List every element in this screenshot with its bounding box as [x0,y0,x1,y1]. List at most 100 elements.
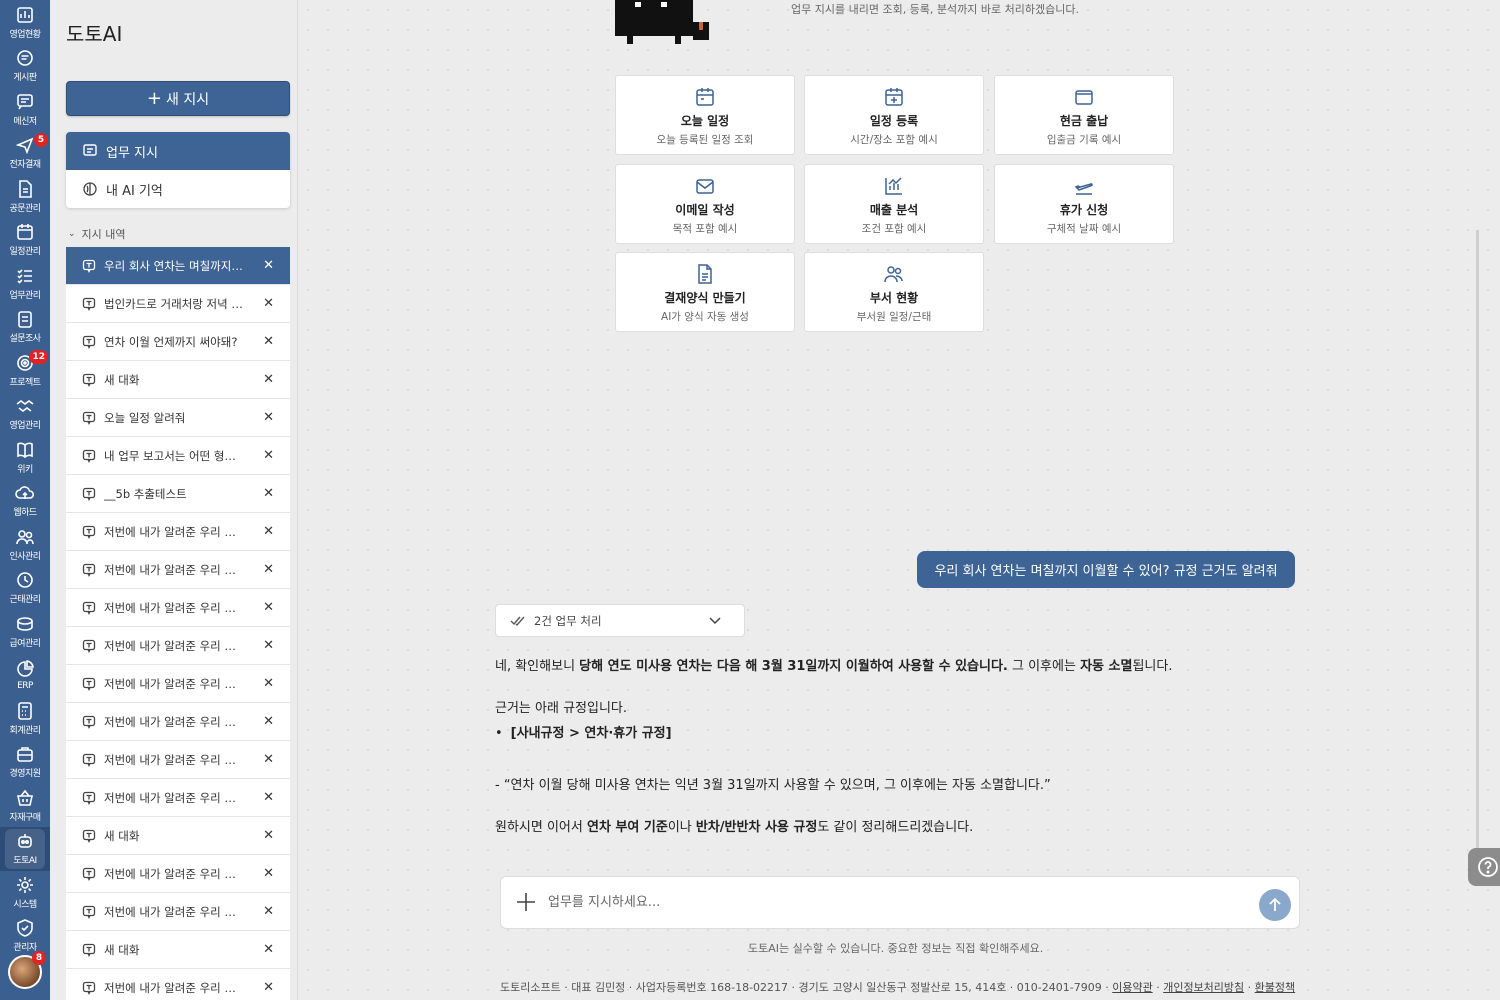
rail-item-3[interactable]: 전자결재 5 [0,131,50,175]
rail-item-10[interactable]: 위키 [0,435,50,479]
close-icon[interactable]: ✕ [263,448,274,463]
survey-icon [18,311,32,328]
history-item[interactable]: 저번에 내가 알려준 우리 신입사원 교육 일정 기억해? ✕ [66,513,290,551]
close-icon[interactable]: ✕ [263,600,274,615]
close-icon[interactable]: ✕ [263,296,274,311]
quick-action-card[interactable]: 결재양식 만들기 AI가 양식 자동 생성 [615,252,795,332]
instruction-input[interactable] [548,887,1248,917]
privacy-link[interactable]: 개인정보처리방침 [1163,981,1244,994]
rail-item-9[interactable]: 영업관리 [0,392,50,436]
regulation-ref: [사내규정 > 연차·휴가 규정] [510,726,672,741]
quick-action-card[interactable]: 일정 등록 시간/장소 포함 예시 [804,75,984,155]
rail-item-15[interactable]: ERP [0,653,50,697]
history-item[interactable]: 저번에 내가 알려준 우리 신입사원 교육 일정 기억해? ✕ [66,665,290,703]
gear-icon [17,876,33,893]
close-icon[interactable]: ✕ [263,828,274,843]
history-item[interactable]: __5b 추출테스트 ✕ [66,475,290,513]
close-icon[interactable]: ✕ [263,676,274,691]
rail-item-14[interactable]: 급여관리 [0,609,50,653]
rail-item-2[interactable]: 메신저 [0,87,50,131]
answer-bullet: • [사내규정 > 연차·휴가 규정] [495,722,672,741]
rail-item-label: 시스템 [13,899,37,910]
close-icon[interactable]: ✕ [263,334,274,349]
history-item[interactable]: 법인카드로 거래처랑 저녁 먹은 거 등록해줘 ✕ [66,285,290,323]
close-icon[interactable]: ✕ [263,638,274,653]
rail-item-4[interactable]: 공문관리 [0,174,50,218]
close-icon[interactable]: ✕ [263,410,274,425]
close-icon[interactable]: ✕ [263,942,274,957]
rail-item-5[interactable]: 일정관리 [0,218,50,262]
close-icon[interactable]: ✕ [263,790,274,805]
new-instruction-button[interactable]: + 새 지시 [66,81,290,116]
rail-item-21[interactable]: 관리자 [0,914,50,958]
history-item[interactable]: 오늘 일정 알려줘 ✕ [66,399,290,437]
history-item[interactable]: 저번에 내가 알려준 우리 신입사원 교육 일정 기억해? ✕ [66,703,290,741]
history-item-label: 저번에 내가 알려준 우리 신입사원 교육 일정 기억해? [104,752,244,767]
rail-item-0[interactable]: 영업현황 [0,0,50,44]
close-icon[interactable]: ✕ [263,714,274,729]
close-icon[interactable]: ✕ [263,752,274,767]
plus-icon[interactable] [515,891,537,913]
book-icon [17,442,33,458]
history-item[interactable]: 새 대화 ✕ [66,817,290,855]
close-icon[interactable]: ✕ [263,904,274,919]
history-item[interactable]: 저번에 내가 알려준 우리 신입사원 교육 일정 기억해? ✕ [66,969,290,1000]
rail-item-6[interactable]: 업무관리 [0,261,50,305]
rail-item-8[interactable]: 프로젝트 12 [0,348,50,392]
history-item-label: 저번에 내가 알려준 우리 신입사원 교육 일정 기억해? [104,904,244,919]
history-item[interactable]: 새 대화 ✕ [66,931,290,969]
quick-action-card[interactable]: 오늘 일정 오늘 등록된 일정 조회 [615,75,795,155]
quick-action-card[interactable]: 휴가 신청 구체적 날짜 예시 [994,164,1174,244]
user-avatar-button[interactable]: 8 [8,951,46,989]
quick-action-card[interactable]: 현금 출납 입출금 기록 예시 [994,75,1174,155]
mode-work-instruction[interactable]: 업무 지시 [66,132,290,170]
close-icon[interactable]: ✕ [263,980,274,995]
close-icon[interactable]: ✕ [263,562,274,577]
footer-separator: · [1244,981,1255,994]
history-item[interactable]: 저번에 내가 알려준 우리 신입사원 교육 일정 기억해? ✕ [66,779,290,817]
refund-link[interactable]: 환불정책 [1255,981,1295,994]
intro-text: 업무 지시를 내리면 조회, 등록, 분석까지 바로 처리하겠습니다. [791,3,1079,16]
quick-action-card[interactable]: 매출 분석 조건 포함 예시 [804,164,984,244]
rail-item-19[interactable]: 도토AI [0,826,50,871]
help-button[interactable] [1468,848,1500,886]
main-scrollbar[interactable] [1476,230,1479,850]
rail-item-13[interactable]: 근태관리 [0,566,50,610]
card-title: 부서 현황 [869,291,919,305]
history-item[interactable]: 저번에 내가 알려준 우리 신입사원 교육 일정 기억해? ✕ [66,741,290,779]
terms-link[interactable]: 이용약관 [1112,981,1152,994]
history-item[interactable]: 새 대화 ✕ [66,361,290,399]
history-item[interactable]: 저번에 내가 알려준 우리 신입사원 교육 일정 기억해? ✕ [66,589,290,627]
close-icon[interactable]: ✕ [263,372,274,387]
rail-item-1[interactable]: 게시판 [0,44,50,88]
rail-item-label: 인사관리 [9,551,41,562]
close-icon[interactable]: ✕ [263,486,274,501]
quick-action-card[interactable]: 이메일 작성 목적 포함 예시 [615,164,795,244]
task-summary-dropdown[interactable]: 2건 업무 처리 [495,604,745,637]
close-icon[interactable]: ✕ [263,258,274,273]
rail-item-11[interactable]: 웹하드 [0,479,50,523]
rail-item-17[interactable]: 경영지원 [0,740,50,784]
answer-bold: 연차 부여 기준 [587,820,668,835]
history-item-label: 새 대화 [104,828,140,843]
rail-item-18[interactable]: 자재구매 [0,783,50,827]
rail-item-16[interactable]: 회계관리 [0,696,50,740]
history-item[interactable]: 내 업무 보고서는 어떤 형식으로 쓰면 돼? ✕ [66,437,290,475]
history-toggle[interactable]: ⌄ 지시 내역 [68,226,126,242]
rail-item-20[interactable]: 시스템 [0,870,50,914]
close-icon[interactable]: ✕ [263,866,274,881]
close-icon[interactable]: ✕ [263,524,274,539]
history-item[interactable]: 연차 이월 언제까지 써야돼? ✕ [66,323,290,361]
history-item[interactable]: 저번에 내가 알려준 우리 신입사원 교육 일정 기억해? ✕ [66,551,290,589]
history-item[interactable]: 저번에 내가 알려준 우리 신입사원 교육 일정 기억해? ✕ [66,627,290,665]
rail-item-7[interactable]: 설문조사 [0,305,50,349]
history-item[interactable]: 우리 회사 연차는 며칠까지 이월할 수 있어? 규정 근거도 알려줘 ✕ [66,247,290,285]
answer-text: 됩니다. [1132,659,1173,674]
history-item[interactable]: 저번에 내가 알려준 우리 신입사원 교육 일정 기억해? ✕ [66,855,290,893]
history-item[interactable]: 저번에 내가 알려준 우리 신입사원 교육 일정 기억해? ✕ [66,893,290,931]
send-button[interactable] [1259,889,1291,921]
answer-text: 도 같이 정리해드리겠습니다. [817,820,974,835]
quick-action-card[interactable]: 부서 현황 부서원 일정/근태 [804,252,984,332]
mode-ai-memory[interactable]: 내 AI 기억 [66,170,290,208]
rail-item-12[interactable]: 인사관리 [0,522,50,566]
